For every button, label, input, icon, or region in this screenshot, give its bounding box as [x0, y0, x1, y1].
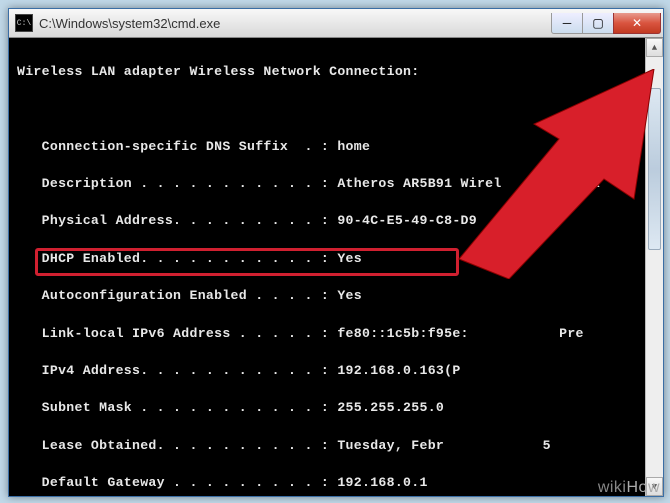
titlebar[interactable]: C:\ C:\Windows\system32\cmd.exe ─ ▢ ✕: [9, 9, 663, 38]
row-dhcp-enabled: DHCP Enabled. . . . . . . . . . . : Yes: [17, 250, 663, 269]
close-button[interactable]: ✕: [613, 13, 661, 34]
row-dns-suffix: Connection-specific DNS Suffix . : home: [17, 138, 663, 157]
row-ipv6: Link-local IPv6 Address . . . . . : fe80…: [17, 325, 663, 344]
row-lease: Lease Obtained. . . . . . . . . . : Tues…: [17, 437, 663, 456]
row-physical-address: Physical Address. . . . . . . . . : 90-4…: [17, 212, 663, 231]
window-controls: ─ ▢ ✕: [552, 13, 661, 33]
minimize-button[interactable]: ─: [551, 13, 583, 34]
row-default-gateway: Default Gateway . . . . . . . . . : 192.…: [17, 474, 663, 493]
window-title: C:\Windows\system32\cmd.exe: [39, 16, 552, 31]
row-ipv4: IPv4 Address. . . . . . . . . . . : 192.…: [17, 362, 663, 381]
vertical-scrollbar[interactable]: ▲ ▼: [645, 38, 663, 496]
watermark: wikiHow: [598, 479, 660, 497]
section-header: Wireless LAN adapter Wireless Network Co…: [17, 63, 663, 82]
scroll-up-button[interactable]: ▲: [646, 38, 663, 57]
scrollbar-thumb[interactable]: [648, 88, 661, 250]
cmd-window: C:\ C:\Windows\system32\cmd.exe ─ ▢ ✕ Wi…: [8, 8, 664, 497]
row-description: Description . . . . . . . . . . . : Athe…: [17, 175, 663, 194]
maximize-button[interactable]: ▢: [582, 13, 614, 34]
cmd-icon: C:\: [15, 14, 33, 32]
row-autoconfig: Autoconfiguration Enabled . . . . : Yes: [17, 287, 663, 306]
row-subnet: Subnet Mask . . . . . . . . . . . : 255.…: [17, 399, 663, 418]
terminal-output: Wireless LAN adapter Wireless Network Co…: [9, 38, 663, 496]
